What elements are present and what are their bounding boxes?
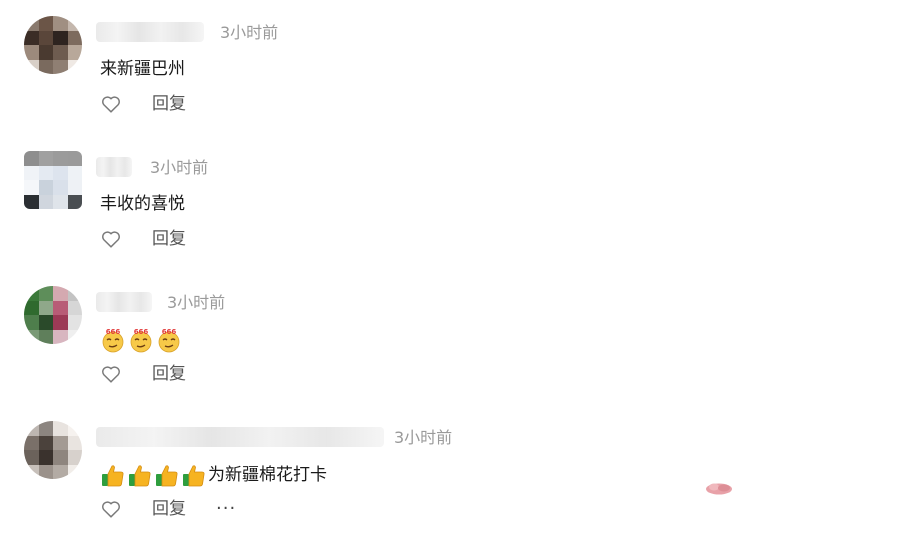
username-blurred[interactable] — [96, 292, 152, 312]
666-emoji-icon: 666 — [130, 328, 152, 353]
reply-button[interactable]: 回复 — [152, 363, 186, 385]
heart-icon[interactable] — [100, 363, 122, 385]
reply-button[interactable]: 回复 — [152, 228, 186, 250]
username-blurred[interactable] — [96, 22, 204, 42]
comment-item-3: 3小时前 666 666 666 回复 — [0, 270, 907, 405]
heart-icon[interactable] — [100, 498, 122, 520]
svg-text:666: 666 — [162, 328, 177, 336]
svg-text:666: 666 — [134, 328, 149, 336]
thumbs-up-icon — [156, 465, 178, 487]
avatar[interactable] — [24, 286, 82, 344]
reply-button[interactable]: 回复 — [152, 498, 186, 520]
comment-emoji-row: 666 666 666 — [100, 327, 184, 353]
thumbs-up-icon — [102, 465, 124, 487]
comment-text-row: 为新疆棉花打卡 — [100, 462, 327, 488]
comment-actions: 回复 — [100, 92, 186, 116]
666-emoji-icon: 666 — [102, 328, 124, 353]
comment-time: 3小时前 — [167, 293, 226, 312]
comment-text: 丰收的喜悦 — [100, 194, 185, 214]
666-emoji-icon: 666 — [158, 328, 180, 353]
reply-button[interactable]: 回复 — [152, 93, 186, 115]
heart-icon[interactable] — [100, 228, 122, 250]
svg-text:666: 666 — [106, 328, 121, 336]
avatar[interactable] — [24, 421, 82, 479]
comment-text: 来新疆巴州 — [100, 59, 185, 79]
pink-sticker-icon — [706, 483, 732, 495]
comment-time: 3小时前 — [150, 158, 209, 177]
comment-actions: 回复 ··· — [100, 497, 236, 521]
comment-item-1: 3小时前 来新疆巴州 回复 — [0, 0, 907, 135]
avatar[interactable] — [24, 16, 82, 74]
thumbs-up-icon — [129, 465, 151, 487]
comment-item-2: 3小时前 丰收的喜悦 回复 — [0, 135, 907, 270]
heart-icon[interactable] — [100, 93, 122, 115]
comment-actions: 回复 — [100, 227, 186, 251]
comment-time: 3小时前 — [394, 428, 453, 447]
comment-text: 为新疆棉花打卡 — [208, 465, 327, 485]
thumbs-up-icon — [183, 465, 205, 487]
more-options-button[interactable]: ··· — [216, 498, 236, 520]
comment-item-4: 3小时前 为新疆棉花打卡 回复 ··· — [0, 405, 907, 540]
avatar[interactable] — [24, 151, 82, 209]
comment-time: 3小时前 — [220, 23, 279, 42]
comment-actions: 回复 — [100, 362, 186, 386]
username-blurred[interactable] — [96, 157, 132, 177]
username-blurred[interactable] — [96, 427, 384, 447]
